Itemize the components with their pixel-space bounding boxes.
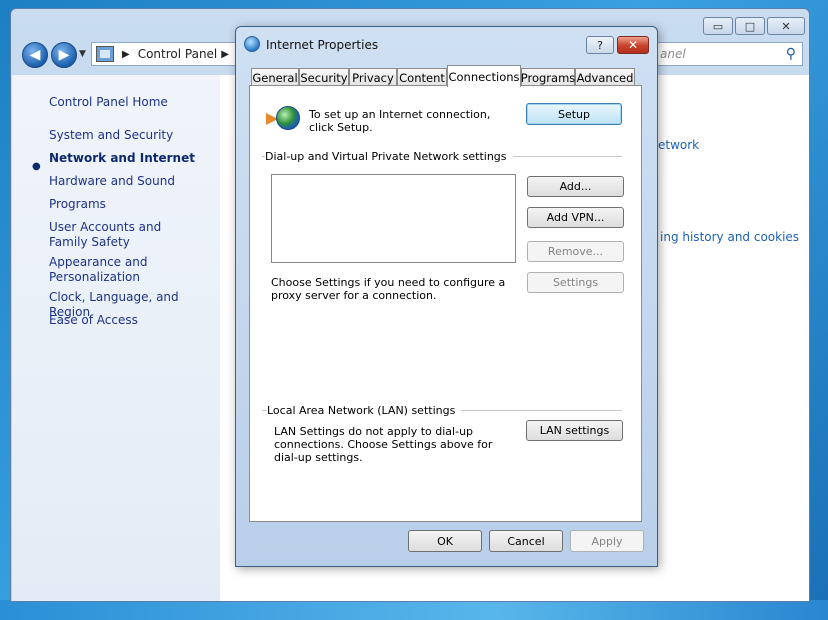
cancel-button[interactable]: Cancel [489,530,563,552]
setup-description: To set up an Internet connection, click … [309,108,491,134]
minimize-button[interactable]: ▭ [703,17,733,35]
lan-group-title: Local Area Network (LAN) settings [267,404,462,417]
nav-system-and-security[interactable]: System and Security [49,128,214,143]
tab-security[interactable]: Security [299,68,349,86]
tab-advanced[interactable]: Advanced [575,68,635,86]
tab-general[interactable]: General [251,68,299,86]
chevron-down-icon: ▼ [79,49,86,59]
back-button[interactable]: ◀ [22,42,48,68]
add-vpn-button[interactable]: Add VPN... [527,207,624,228]
nav-control-panel-home[interactable]: Control Panel Home [49,95,214,110]
connections-listbox[interactable] [271,174,516,263]
back-arrow-icon: ◀ [29,47,41,63]
internet-properties-dialog: Internet Properties ? ✕ General Security… [235,26,658,567]
network-link[interactable]: etwork [658,138,699,152]
settings-button[interactable]: Settings [527,272,624,293]
close-button[interactable]: ✕ [767,17,805,35]
browsing-history-link[interactable]: ing history and cookies [660,230,799,244]
nav-ease-of-access[interactable]: Ease of Access [49,313,214,328]
maximize-button[interactable]: □ [735,17,765,35]
breadcrumb-separator-icon: ▶ [122,48,130,60]
ok-button[interactable]: OK [408,530,482,552]
forward-arrow-icon: ▶ [58,47,70,63]
dialog-close-button[interactable]: ✕ [617,36,649,54]
tab-content[interactable]: Content [397,68,447,86]
nav-user-accounts[interactable]: User Accounts and Family Safety [49,220,194,250]
help-button[interactable]: ? [586,36,614,54]
active-bullet-icon: ● [32,161,41,172]
search-input[interactable]: anel ⚲ [651,42,803,66]
address-bar[interactable]: ▶ Control Panel ▶ N [91,42,251,66]
recent-pages-dropdown[interactable]: ▼ [79,49,86,59]
window-caption-buttons: ▭ □ ✕ [703,17,805,35]
control-panel-icon [96,46,114,62]
lan-description: LAN Settings do not apply to dial-up con… [274,425,493,464]
desktop-background [0,600,828,620]
tab-connections[interactable]: Connections [447,65,521,87]
remove-button[interactable]: Remove... [527,241,624,262]
apply-button[interactable]: Apply [570,530,644,552]
nav-appearance[interactable]: Appearance and Personalization [49,255,159,285]
nav-network-and-internet[interactable]: Network and Internet [49,151,214,166]
add-button[interactable]: Add... [527,176,624,197]
tab-privacy[interactable]: Privacy [349,68,397,86]
internet-options-icon [244,36,260,52]
dialog-title: Internet Properties [266,38,379,52]
search-icon[interactable]: ⚲ [786,46,796,62]
setup-button[interactable]: Setup [526,103,622,125]
internet-connection-icon [266,106,300,134]
search-placeholder: anel [660,47,686,61]
connections-tab-panel: To set up an Internet connection, click … [249,85,642,522]
tab-programs[interactable]: Programs [521,68,575,86]
lan-settings-button[interactable]: LAN settings [526,420,623,441]
breadcrumb-separator-icon: ▶ [221,48,229,60]
proxy-description: Choose Settings if you need to configure… [271,276,506,302]
nav-hardware-and-sound[interactable]: Hardware and Sound [49,174,214,189]
dialup-group-title: Dial-up and Virtual Private Network sett… [265,150,513,163]
left-navigation-pane: Control Panel Home System and Security ●… [12,75,220,601]
breadcrumb-control-panel[interactable]: Control Panel [138,47,218,61]
nav-programs[interactable]: Programs [49,197,214,212]
forward-button[interactable]: ▶ [51,42,77,68]
